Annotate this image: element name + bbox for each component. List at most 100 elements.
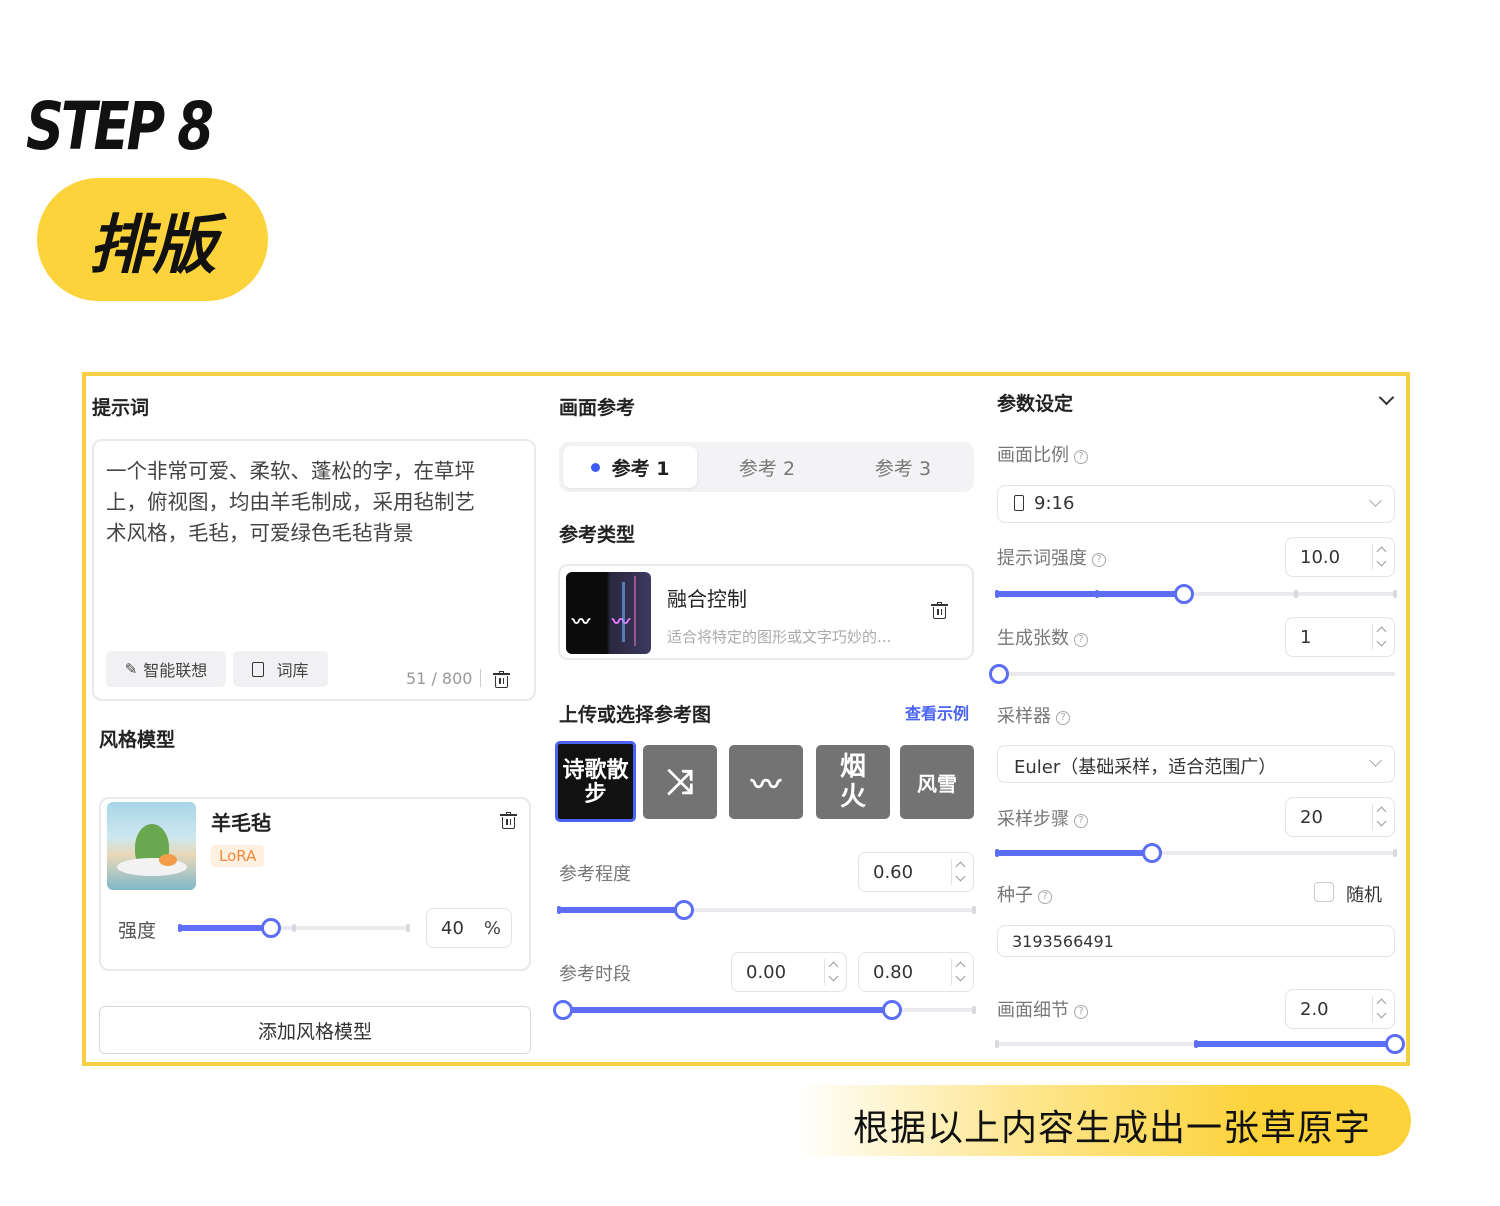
strength-value[interactable]: 40 [441, 918, 464, 939]
detail-slider[interactable] [995, 1034, 1405, 1054]
seed-label-text: 种子 [997, 885, 1033, 906]
lora-badge: LoRA [211, 845, 265, 867]
strength-label: 强度 [118, 920, 157, 942]
sampler-label-text: 采样器 [997, 706, 1051, 727]
stepper-icon[interactable] [951, 959, 965, 985]
stepper-icon[interactable] [824, 959, 838, 985]
image-count-label: 生成张数? [997, 624, 1088, 650]
delete-style-model-trash-icon[interactable] [500, 812, 517, 829]
stepper-icon[interactable] [1372, 996, 1386, 1022]
sampling-steps-handle[interactable] [1142, 843, 1163, 863]
prompt-strength-slider[interactable] [995, 584, 1397, 604]
reference-period-slider[interactable] [553, 1000, 976, 1020]
detail-label-text: 画面细节 [997, 1000, 1069, 1021]
reference-degree-label: 参考程度 [559, 864, 631, 885]
help-icon[interactable]: ? [1074, 450, 1088, 464]
shuffle-shape-icon: ⤨ [666, 762, 694, 802]
lexicon-label: 词库 [276, 661, 309, 680]
aspect-ratio-value: 9:16 [1034, 493, 1075, 514]
percent-unit: % [483, 918, 501, 939]
app-panel: 提示词 一个非常可爱、柔软、蓬松的字，在草坪上，俯视图，均由羊毛制成，采用毡制艺… [82, 372, 1410, 1066]
reference-degree-slider[interactable] [557, 900, 976, 920]
caption-text: 根据以上内容生成出一张草原字 [853, 1108, 1372, 1149]
tab-reference-3[interactable]: 参考 3 [835, 446, 971, 488]
period-end-handle[interactable] [881, 1000, 902, 1020]
prompt-strength-input[interactable]: 10.0 [1285, 537, 1395, 577]
tab-reference-2-label: 参考 2 [738, 457, 796, 480]
reference-image-poetry-label: 诗歌散步 [562, 756, 629, 807]
delete-reference-type-trash-icon[interactable] [931, 602, 948, 619]
clear-prompt-trash-icon[interactable] [493, 671, 510, 688]
reference-image-wave[interactable]: 〰 [729, 745, 803, 819]
reference-image-snow[interactable]: 风雪 [900, 745, 974, 819]
prompt-strength-handle[interactable] [1174, 584, 1195, 604]
image-count-input[interactable]: 1 [1285, 617, 1395, 657]
reference-degree-handle[interactable] [673, 900, 694, 920]
detail-value[interactable]: 2.0 [1300, 999, 1329, 1020]
stepper-icon[interactable] [1372, 624, 1386, 650]
tab-reference-1[interactable]: 参考 1 [563, 446, 697, 488]
prompt-strength-label: 提示词强度? [997, 544, 1106, 570]
seed-label: 种子? [997, 881, 1052, 907]
tab-reference-2[interactable]: 参考 2 [699, 446, 835, 488]
sampling-steps-input[interactable]: 20 [1285, 797, 1395, 837]
reference-type-card[interactable]: 〰 〰 融合控制 适合将特定的图形或文字巧妙的... [558, 564, 974, 660]
sampler-value: Euler（基础采样，适合范围广） [1014, 757, 1277, 778]
prompt-textarea[interactable]: 一个非常可爱、柔软、蓬松的字，在草坪上，俯视图，均由羊毛制成，采用毡制艺术风格，… [92, 439, 536, 701]
help-icon[interactable]: ? [1056, 711, 1070, 725]
period-end-input[interactable]: 0.80 [858, 952, 974, 992]
prompt-strength-value[interactable]: 10.0 [1300, 547, 1340, 568]
image-count-handle[interactable] [989, 664, 1009, 684]
view-examples-link[interactable]: 查看示例 [905, 700, 969, 724]
help-icon[interactable]: ? [1038, 890, 1052, 904]
smart-assoc-button[interactable]: ✎ 智能联想 [106, 651, 226, 687]
help-icon[interactable]: ? [1092, 553, 1106, 567]
period-start-value[interactable]: 0.00 [746, 962, 786, 983]
prompt-text[interactable]: 一个非常可爱、柔软、蓬松的字，在草坪上，俯视图，均由羊毛制成，采用毡制艺术风格，… [106, 456, 492, 549]
aspect-ratio-label: 画面比例? [997, 441, 1088, 467]
params-section-title: 参数设定 [997, 393, 1074, 415]
help-icon[interactable]: ? [1074, 814, 1088, 828]
stepper-icon[interactable] [1372, 804, 1386, 830]
reference-type-title: 参考类型 [559, 524, 636, 546]
aspect-ratio-label-text: 画面比例 [997, 445, 1069, 466]
seed-input[interactable]: 3193566491 [997, 925, 1395, 957]
reference-image-fireworks[interactable]: 烟火 [816, 745, 890, 819]
style-model-card: 羊毛毡 LoRA 强度 40 % [99, 797, 531, 971]
period-end-value[interactable]: 0.80 [873, 962, 913, 983]
help-icon[interactable]: ? [1074, 633, 1088, 647]
step-badge: 排版 [37, 178, 268, 301]
tab-reference-3-label: 参考 3 [874, 457, 932, 480]
reference-image-snow-label: 风雪 [917, 771, 957, 796]
image-count-slider[interactable] [989, 664, 1395, 684]
sampling-steps-slider[interactable] [995, 843, 1397, 863]
aspect-ratio-select[interactable]: 9:16 [997, 485, 1395, 523]
upload-section-title: 上传或选择参考图 [559, 704, 712, 726]
reference-image-poetry[interactable]: 诗歌散步 [555, 741, 636, 822]
strength-slider[interactable] [178, 918, 410, 938]
reference-degree-input[interactable]: 0.60 [858, 852, 974, 892]
strength-slider-handle[interactable] [261, 918, 282, 938]
stepper-icon[interactable] [951, 859, 965, 885]
sampler-select[interactable]: Euler（基础采样，适合范围广） [997, 745, 1395, 783]
add-style-model-button[interactable]: 添加风格模型 [99, 1006, 531, 1054]
sampling-steps-value[interactable]: 20 [1300, 807, 1323, 828]
strength-input[interactable]: 40 % [426, 908, 512, 948]
chevron-down-icon [1369, 754, 1382, 767]
lexicon-button[interactable]: 词库 [233, 651, 328, 687]
collapse-chevron-icon[interactable] [1378, 389, 1395, 406]
period-start-input[interactable]: 0.00 [731, 952, 847, 992]
wave-shape-icon: 〰 [751, 768, 781, 803]
period-start-handle[interactable] [553, 1000, 573, 1020]
detail-input[interactable]: 2.0 [1285, 989, 1395, 1029]
style-model-thumbnail [107, 802, 196, 890]
help-icon[interactable]: ? [1074, 1005, 1088, 1019]
random-seed-checkbox[interactable] [1314, 882, 1334, 902]
image-count-value[interactable]: 1 [1300, 627, 1311, 648]
stepper-icon[interactable] [1372, 544, 1386, 570]
phone-portrait-icon [1014, 495, 1024, 511]
reference-type-desc: 适合将特定的图形或文字巧妙的... [667, 628, 892, 646]
reference-image-shuffle[interactable]: ⤨ [643, 745, 717, 819]
detail-handle[interactable] [1385, 1034, 1405, 1054]
reference-degree-value[interactable]: 0.60 [873, 862, 913, 883]
